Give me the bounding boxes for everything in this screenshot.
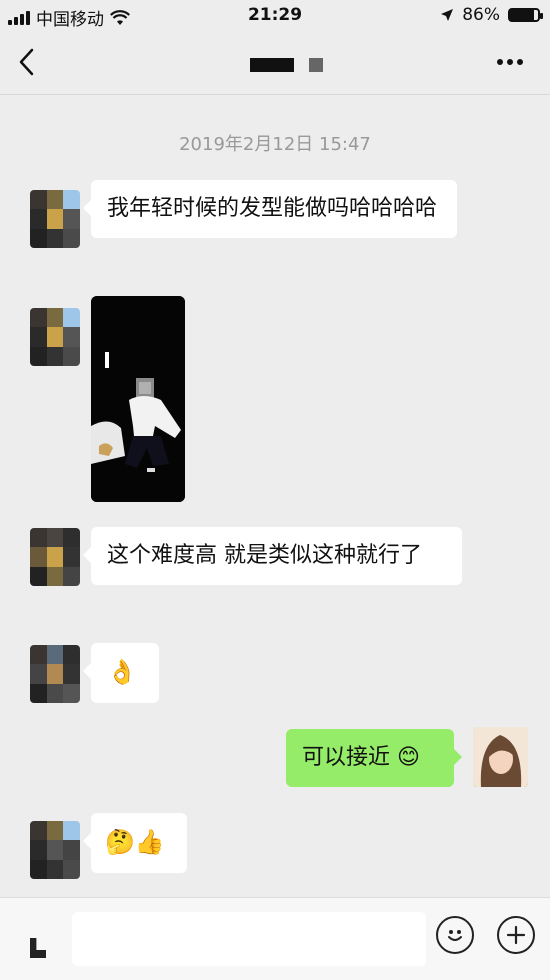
voice-icon[interactable] xyxy=(30,938,46,958)
message-bubble[interactable]: 🤔👍 xyxy=(83,813,187,873)
message-bubble[interactable]: 我年轻时候的发型能做吗哈哈哈哈 xyxy=(83,180,457,238)
smile-emoji: 😊 xyxy=(397,745,420,770)
emoji-icon xyxy=(448,930,462,941)
contact-name-redacted xyxy=(250,58,294,72)
more-button[interactable] xyxy=(496,50,524,70)
message-bubble[interactable]: 这个难度高 就是类似这种就行了 xyxy=(83,527,462,585)
emoji-button[interactable] xyxy=(436,916,474,954)
message-text: 我年轻时候的发型能做吗哈哈哈哈 xyxy=(107,196,438,221)
avatar[interactable] xyxy=(30,308,80,366)
status-bar: 中国移动 21:29 86% xyxy=(0,0,550,32)
battery-label: 86% xyxy=(462,5,500,25)
avatar[interactable] xyxy=(30,645,80,703)
chat-header xyxy=(0,32,550,95)
add-icon xyxy=(506,925,526,945)
video-message[interactable] xyxy=(91,296,185,502)
message-bubble[interactable]: 👌 xyxy=(83,643,159,703)
video-thumbnail-image xyxy=(91,296,185,502)
thinking-thumbs-up-emoji: 🤔👍 xyxy=(105,828,165,856)
status-right: 86% xyxy=(440,5,543,25)
my-avatar[interactable] xyxy=(473,727,528,787)
chat-timestamp: 2019年2月12日 15:47 xyxy=(179,134,371,155)
battery-icon xyxy=(508,8,543,22)
location-icon xyxy=(441,9,454,21)
avatar[interactable] xyxy=(30,528,80,586)
input-bar xyxy=(0,897,550,980)
avatar[interactable] xyxy=(30,821,80,879)
battery-fill xyxy=(510,10,535,20)
my-avatar-image xyxy=(473,727,528,787)
message-text: 这个难度高 就是类似这种就行了 xyxy=(107,543,422,568)
contact-name-redacted-2 xyxy=(309,58,323,72)
sent-message-bubble[interactable]: 可以接近 😊 xyxy=(286,729,462,787)
message-input[interactable] xyxy=(72,912,426,966)
more-dots-icon xyxy=(497,59,523,65)
message-text: 可以接近 xyxy=(302,745,391,770)
avatar[interactable] xyxy=(30,190,80,248)
ok-hand-emoji: 👌 xyxy=(107,658,137,686)
add-button[interactable] xyxy=(497,916,535,954)
back-button[interactable] xyxy=(18,44,48,80)
chevron-left-icon xyxy=(19,48,34,76)
